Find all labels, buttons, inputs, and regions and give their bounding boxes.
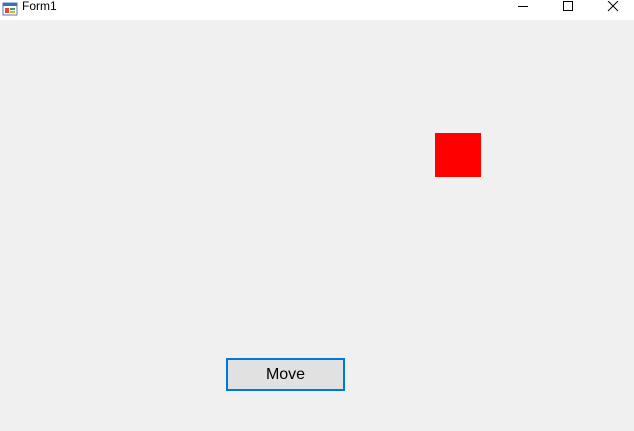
maximize-button[interactable] [545, 0, 591, 20]
maximize-icon [562, 0, 574, 18]
move-button[interactable]: Move [226, 358, 345, 391]
close-icon [607, 0, 619, 18]
move-button-label: Move [265, 365, 306, 383]
app-icon [2, 1, 18, 17]
minimize-button[interactable] [500, 0, 546, 20]
window-title: Form1 [22, 0, 57, 13]
title-bar[interactable]: Form1 [0, 0, 634, 20]
red-square-panel [435, 133, 481, 177]
form-client-area: Move [0, 20, 634, 431]
minimize-icon [517, 0, 529, 18]
form-window: Form1 Move [0, 0, 634, 431]
close-button[interactable] [590, 0, 634, 20]
